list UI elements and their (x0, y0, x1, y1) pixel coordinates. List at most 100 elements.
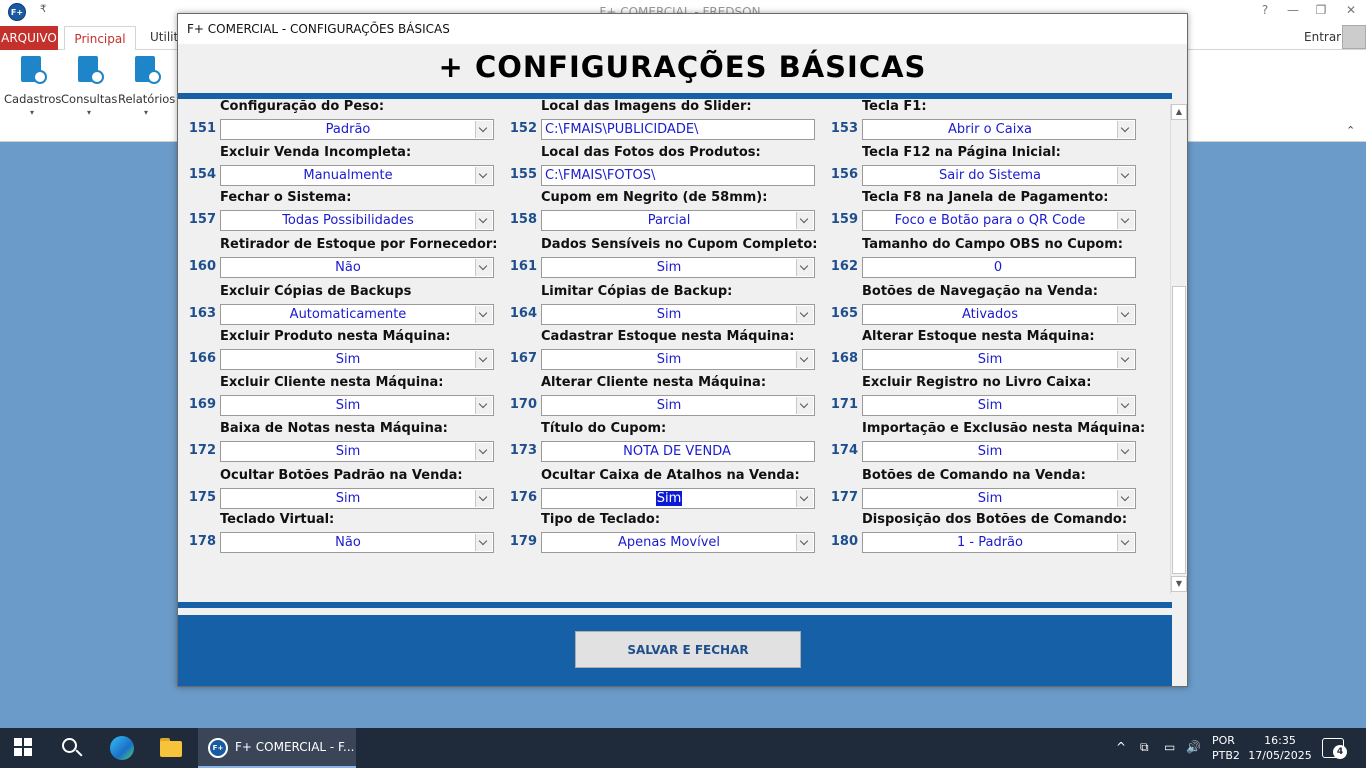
field-select[interactable]: Sim (220, 395, 494, 416)
field-select[interactable]: Sim (220, 441, 494, 462)
field-select[interactable]: Não (220, 532, 494, 553)
field-number: 153 (830, 121, 858, 136)
restore-icon[interactable]: ❐ (1306, 3, 1336, 17)
field-select[interactable]: Sim (541, 304, 815, 325)
field-select[interactable]: Ativados (862, 304, 1136, 325)
chevron-down-icon[interactable] (796, 397, 813, 414)
search-icon[interactable] (60, 736, 84, 760)
field-162: Tamanho do Campo OBS no Cupom: 162 0 (820, 237, 1136, 283)
field-select[interactable]: Sim (541, 257, 815, 278)
chevron-down-icon[interactable] (475, 443, 492, 460)
scroll-down-icon[interactable]: ▼ (1171, 576, 1187, 592)
notifications-icon[interactable]: 4 (1322, 738, 1347, 759)
chevron-down-icon[interactable] (1117, 121, 1134, 138)
chevron-down-icon[interactable] (475, 306, 492, 323)
field-select[interactable]: Sim (862, 395, 1136, 416)
field-select[interactable]: Abrir o Caixa (862, 119, 1136, 140)
save-and-close-button[interactable]: SALVAR E FECHAR (575, 631, 801, 668)
scrollbar[interactable]: ▲ ▼ (1170, 104, 1187, 594)
field-input[interactable]: C:\FMAIS\PUBLICIDADE\ (541, 119, 815, 140)
sign-in-link[interactable]: Entrar (1304, 30, 1341, 44)
field-select[interactable]: Sim (862, 349, 1136, 370)
chevron-down-icon[interactable] (475, 212, 492, 229)
field-select[interactable]: Foco e Botão para o QR Code (862, 210, 1136, 231)
field-select[interactable]: Parcial (541, 210, 815, 231)
chevron-down-icon[interactable] (475, 167, 492, 184)
field-154: Excluir Venda Incompleta: 154 Manualmente (178, 145, 494, 191)
language-indicator[interactable]: POR PTB2 (1212, 733, 1240, 763)
quick-access-arrow-icon[interactable]: ₹ (40, 4, 46, 15)
chevron-down-icon[interactable] (796, 351, 813, 368)
minimize-icon[interactable]: — (1278, 3, 1308, 17)
tab-principal[interactable]: Principal (64, 26, 136, 51)
field-select[interactable]: Sim (862, 488, 1136, 509)
close-icon[interactable]: ✕ (1336, 3, 1366, 17)
field-input[interactable]: C:\FMAIS\FOTOS\ (541, 165, 815, 186)
network-icon[interactable]: ▭ (1164, 740, 1175, 754)
chevron-down-icon[interactable] (475, 259, 492, 276)
field-select[interactable]: Sim (862, 441, 1136, 462)
tab-utilitarios[interactable]: Utilit (150, 30, 178, 44)
chevron-down-icon[interactable] (1117, 397, 1134, 414)
chevron-down-icon[interactable] (1117, 443, 1134, 460)
field-select[interactable]: Todas Possibilidades (220, 210, 494, 231)
field-value-wrapper: Sim (542, 491, 796, 506)
field-select[interactable]: Sim (541, 488, 815, 509)
chevron-down-icon[interactable] (796, 306, 813, 323)
consultas-button[interactable]: Consultas ▾ (61, 56, 117, 117)
edge-browser-icon[interactable] (110, 736, 134, 760)
field-select[interactable]: Sim (220, 488, 494, 509)
field-select[interactable]: Não (220, 257, 494, 278)
volume-icon[interactable]: 🔊 (1186, 740, 1201, 754)
field-number: 174 (830, 443, 858, 458)
scroll-thumb[interactable] (1172, 286, 1186, 574)
avatar[interactable] (1342, 25, 1366, 49)
relatorios-button[interactable]: Relatórios ▾ (118, 56, 175, 117)
taskbar-fplus-app[interactable]: F+ F+ COMERCIAL - F... (198, 728, 356, 768)
field-select[interactable]: Sim (541, 349, 815, 370)
windows-start-icon[interactable] (14, 738, 34, 758)
field-value: Sim (977, 398, 1003, 413)
field-select[interactable]: Padrão (220, 119, 494, 140)
help-icon[interactable]: ? (1250, 3, 1280, 17)
chevron-down-icon[interactable] (796, 534, 813, 551)
chevron-down-icon[interactable] (1117, 167, 1134, 184)
chevron-down-icon[interactable] (1117, 490, 1134, 507)
chevron-down-icon[interactable] (796, 212, 813, 229)
collapse-ribbon-icon[interactable]: ⌃ (1346, 124, 1355, 137)
clock[interactable]: 16:35 17/05/2025 (1248, 733, 1312, 763)
chevron-down-icon[interactable] (1117, 351, 1134, 368)
chevron-down-icon[interactable] (475, 351, 492, 368)
field-select[interactable]: Automaticamente (220, 304, 494, 325)
chevron-down-icon[interactable] (1117, 212, 1134, 229)
field-select[interactable]: Manualmente (220, 165, 494, 186)
field-select[interactable]: Apenas Movível (541, 532, 815, 553)
cadastros-button[interactable]: Cadastros ▾ (4, 56, 62, 117)
chevron-down-icon[interactable] (1117, 534, 1134, 551)
tab-arquivo[interactable]: ARQUIVO (0, 26, 58, 50)
field-153: Tecla F1: 153 Abrir o Caixa (820, 99, 1136, 145)
field-select[interactable]: 1 - Padrão (862, 532, 1136, 553)
cadastros-label: Cadastros (4, 92, 62, 106)
field-input[interactable]: NOTA DE VENDA (541, 441, 815, 462)
chevron-down-icon[interactable] (475, 397, 492, 414)
tray-meet-icon[interactable]: ⧉ (1140, 740, 1149, 755)
field-select[interactable]: Sim (541, 395, 815, 416)
chevron-down-icon[interactable] (475, 534, 492, 551)
file-explorer-icon[interactable] (160, 736, 184, 760)
field-value: Foco e Botão para o QR Code (894, 213, 1086, 228)
chevron-down-icon[interactable] (796, 259, 813, 276)
field-select[interactable]: Sair do Sistema (862, 165, 1136, 186)
chevron-down-icon[interactable] (796, 490, 813, 507)
chevron-down-icon[interactable] (475, 121, 492, 138)
field-177: Botões de Comando na Venda: 177 Sim (820, 468, 1136, 514)
field-number: 179 (509, 534, 537, 549)
scroll-up-icon[interactable]: ▲ (1171, 104, 1187, 120)
field-156: Tecla F12 na Página Inicial: 156 Sair do S… (820, 145, 1136, 191)
field-input[interactable]: 0 (862, 257, 1136, 278)
chevron-down-icon[interactable] (1117, 306, 1134, 323)
field-select[interactable]: Sim (220, 349, 494, 370)
tray-chevron-up-icon[interactable]: ^ (1116, 740, 1126, 754)
dialog-title: F+ COMERCIAL - CONFIGURAÇÕES BÁSICAS (187, 22, 450, 36)
chevron-down-icon[interactable] (475, 490, 492, 507)
